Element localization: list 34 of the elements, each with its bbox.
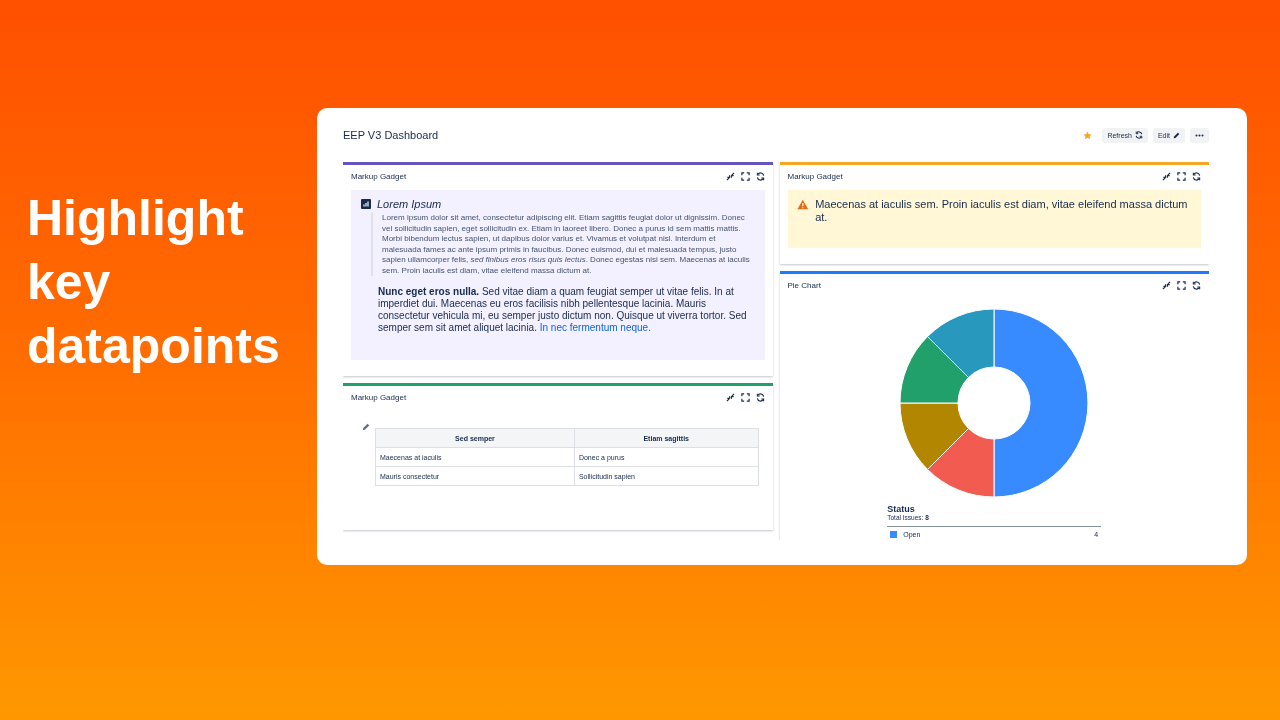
minimize-icon[interactable]: [1162, 172, 1171, 181]
minimize-icon[interactable]: [725, 393, 735, 402]
gadget-title: Markup Gadget: [351, 172, 408, 181]
gadget-title: Markup Gadget: [787, 172, 844, 181]
refresh-icon[interactable]: [1192, 281, 1201, 290]
refresh-icon[interactable]: [755, 172, 765, 181]
gadget-title: Markup Gadget: [351, 393, 408, 402]
donut-slice: [899, 336, 970, 404]
expand-icon[interactable]: [1177, 172, 1186, 181]
expand-icon[interactable]: [1177, 281, 1186, 290]
expand-icon[interactable]: [740, 172, 750, 181]
star-icon[interactable]: [1083, 130, 1093, 140]
more-icon: [1195, 133, 1204, 137]
donut-slice: [899, 402, 970, 470]
legend-title: Status: [887, 504, 916, 514]
warning-message: Maecenas at iaculis sem. Proin iaculis est diam, vitae eleifend massa dictum at.: [815, 198, 1189, 225]
refresh-icon[interactable]: [1192, 172, 1201, 181]
minimize-icon[interactable]: [725, 172, 735, 181]
paragraph-text: Nunc eget eros nulla. Sed vitae diam a quam feugiat semper ut vitae felis. In at imperdiet dui. Maecenas eu eros facilisis nibh pellentesque lacinia. Mauris consectetur vehicula mi, eu semper justo dictum non. Quisque ut viverra tortor. Sed semper sem sit amet aliquet lacinia. In nec fermentum neque.: [378, 286, 747, 334]
dashboard-title: EEP V3 Dashboard: [343, 129, 440, 141]
quote-text: Lorem ipsum dolor sit amet, consectetur adipiscing elit. Etiam sagittis feugiat dolor ut dignissim. Donec vel sollicitudin sapien, eget sollicitudin ex. Etiam in laoreet libero. Donec a purus id sem mattis mattis. Morbi bibendum lectus sapien, ut dapibus dolor varius et. Vivamus et volutpat nisl. Interdum et malesuada fames ac ante ipsum primis in faucibus. Donec euismod, dui et malesuada tempus, justo sapien ullamcorper felis, sed finibus eros risus quis lectus. Donec egestas nisi sem. Maecenas at iaculis sem. Proin iaculis est diam, vitae eleifend massa dictum at.: [371, 213, 755, 276]
chart-icon: [361, 199, 371, 209]
warning-icon: [796, 199, 809, 210]
gadget-title: Pie Chart: [787, 281, 822, 290]
headline: Highlight key datapoints: [27, 189, 281, 376]
text-link[interactable]: In nec fermentum neque.: [539, 322, 651, 333]
pencil-icon: [1173, 131, 1180, 139]
pencil-icon[interactable]: [362, 423, 370, 431]
refresh-icon[interactable]: [755, 393, 765, 402]
panel-heading: Lorem Ipsum: [377, 198, 442, 210]
expand-icon[interactable]: [740, 393, 750, 402]
minimize-icon[interactable]: [1162, 281, 1171, 290]
refresh-icon: [1134, 131, 1143, 139]
more-button[interactable]: [1190, 127, 1209, 143]
